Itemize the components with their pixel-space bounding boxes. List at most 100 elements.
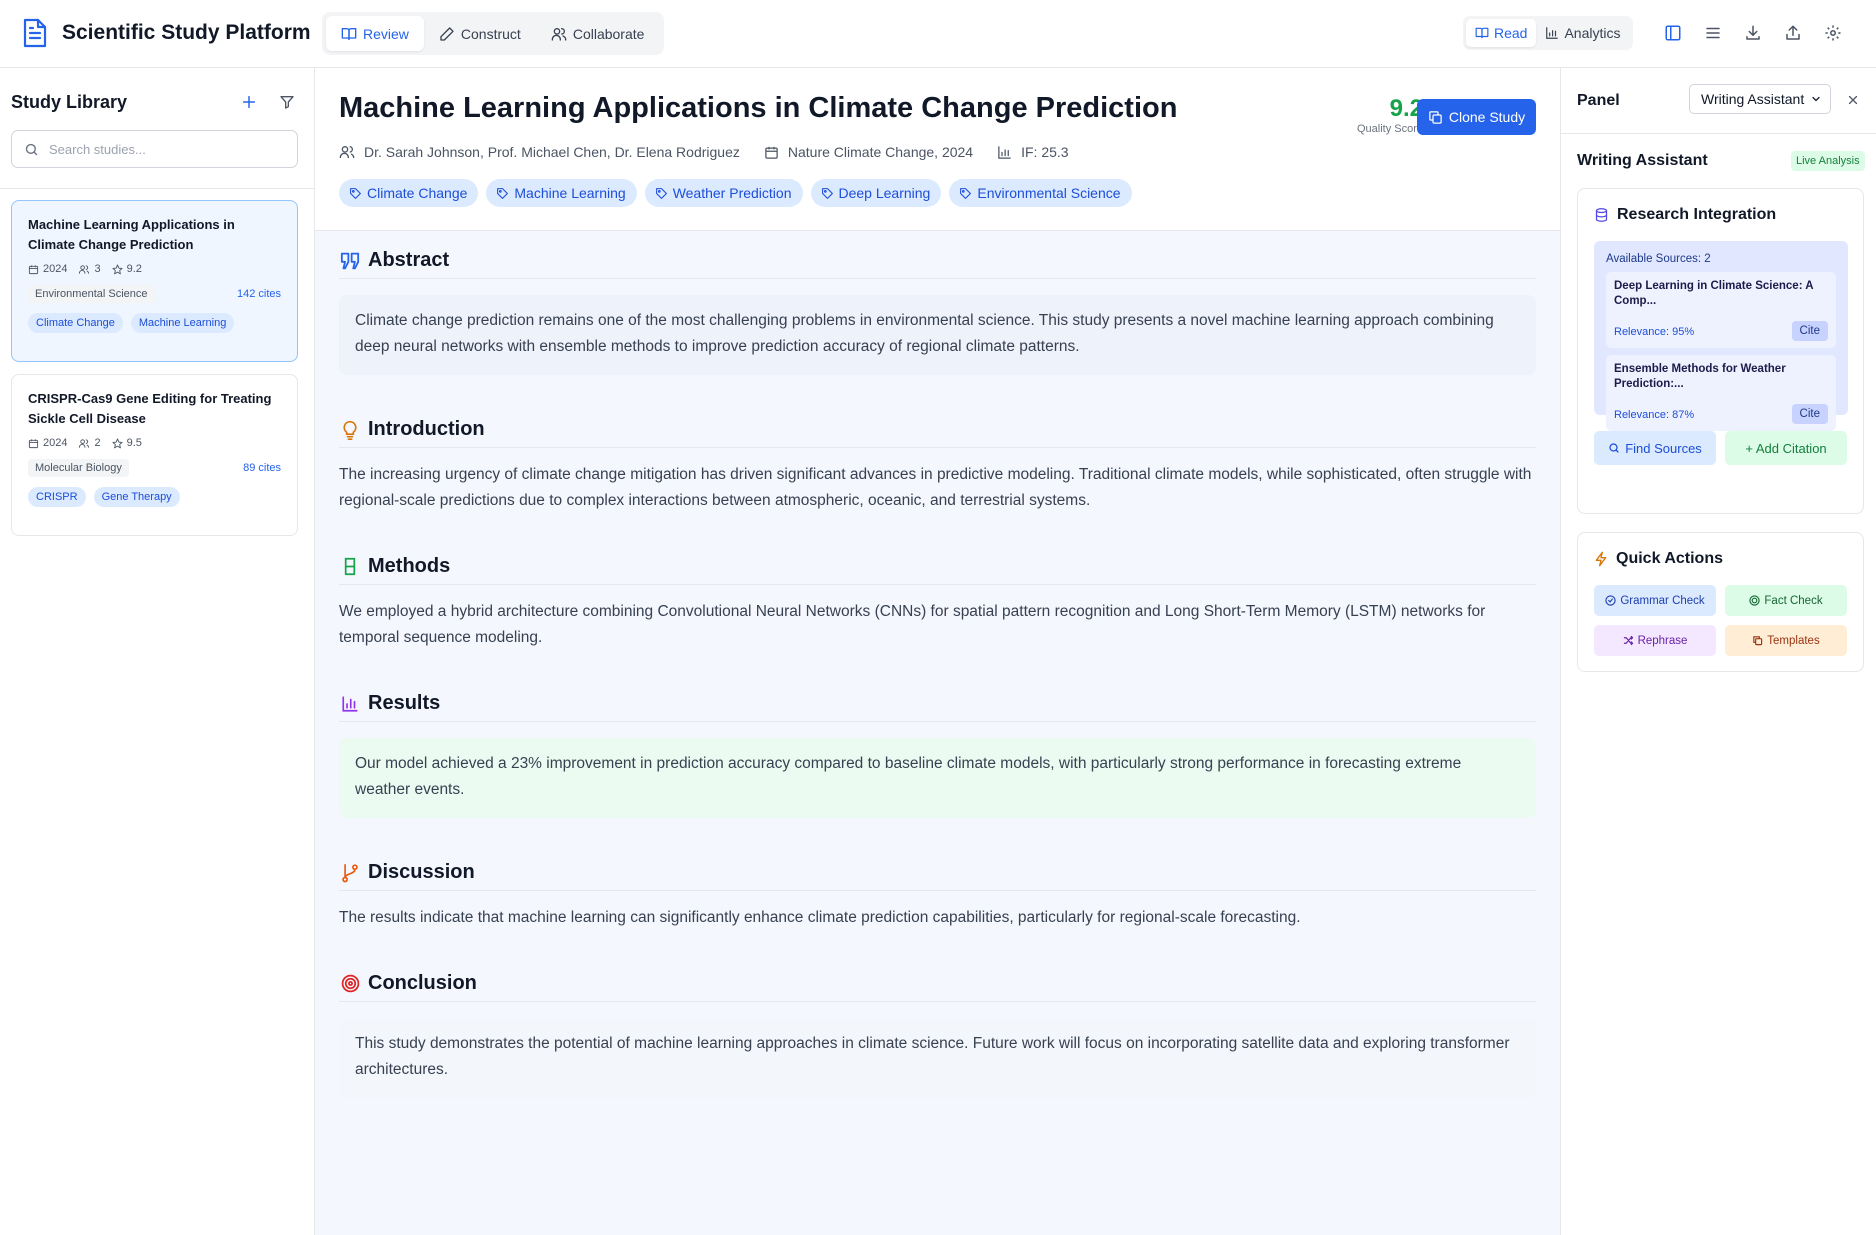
- settings-icon[interactable]: [1820, 20, 1846, 46]
- section-discussion: Discussion The results indicate that mac…: [339, 861, 1536, 931]
- paper-tags: Climate Change Machine Learning Weather …: [339, 179, 1140, 207]
- app-title: Scientific Study Platform: [62, 21, 311, 44]
- star-icon: [112, 263, 127, 275]
- quality-score: 9.2 Quality Score: [1335, 96, 1423, 136]
- book-open-icon: [341, 26, 363, 42]
- section-methods: Methods We employed a hybrid architectur…: [339, 555, 1536, 651]
- calendar-icon: [764, 145, 788, 160]
- bar-chart-icon: [997, 145, 1021, 160]
- filter-icon[interactable]: [276, 91, 298, 113]
- study-tag[interactable]: Climate Change: [28, 313, 123, 333]
- section-title: Abstract: [368, 249, 450, 271]
- cite-button[interactable]: Cite: [1791, 404, 1828, 424]
- tab-construct[interactable]: Construct: [424, 16, 536, 51]
- paper-tag[interactable]: Environmental Science: [949, 179, 1132, 207]
- tab-review-label: Review: [363, 25, 409, 42]
- paper-tag[interactable]: Deep Learning: [810, 179, 942, 207]
- templates-button[interactable]: Templates: [1725, 625, 1847, 656]
- lightbulb-icon: [339, 419, 361, 441]
- divider: [0, 188, 314, 189]
- search-icon: [1608, 442, 1625, 454]
- section-body: The results indicate that machine learni…: [339, 909, 1301, 926]
- sources-count: Available Sources: 2: [1606, 253, 1711, 265]
- quick-actions-card: Quick Actions Grammar Check Fact Check R…: [1577, 532, 1864, 672]
- lightning-icon: [1594, 551, 1616, 567]
- close-icon[interactable]: [1845, 92, 1861, 108]
- study-title: Machine Learning Applications in Climate…: [28, 217, 235, 252]
- paper-impact-factor: IF: 25.3: [1021, 144, 1069, 160]
- writing-assistant-panel: Panel Writing Assistant Writing Assistan…: [1560, 68, 1876, 1235]
- paper-meta: Dr. Sarah Johnson, Prof. Michael Chen, D…: [339, 144, 1093, 160]
- study-authors-count: 2: [94, 437, 101, 449]
- find-sources-label: Find Sources: [1625, 440, 1702, 456]
- fact-check-button[interactable]: Fact Check: [1725, 585, 1847, 616]
- panel-header: Panel Writing Assistant: [1561, 68, 1876, 134]
- sidebar-toggle-icon[interactable]: [1660, 20, 1686, 46]
- study-tag[interactable]: CRISPR: [28, 487, 86, 507]
- live-analysis-badge: Live Analysis: [1791, 151, 1865, 171]
- users-icon: [551, 26, 573, 42]
- study-tag[interactable]: Machine Learning: [130, 313, 235, 333]
- tab-review[interactable]: Review: [326, 16, 424, 51]
- toolbar-icons: [1660, 20, 1860, 46]
- copy-icon: [1752, 635, 1767, 646]
- search-input[interactable]: [49, 141, 279, 157]
- users-icon: [339, 144, 364, 160]
- star-icon: [112, 437, 127, 449]
- study-tag[interactable]: Gene Therapy: [93, 487, 180, 507]
- study-title: CRISPR-Cas9 Gene Editing for Treating Si…: [28, 391, 272, 426]
- view-analytics-button[interactable]: Analytics: [1536, 19, 1629, 47]
- sidebar-header: Study Library: [11, 88, 298, 116]
- grammar-check-label: Grammar Check: [1620, 594, 1705, 607]
- paper-tag[interactable]: Weather Prediction: [644, 179, 803, 207]
- check-circle-icon: [1605, 595, 1620, 606]
- section-body: Our model achieved a 23% improvement in …: [339, 738, 1536, 818]
- source-title: Deep Learning in Climate Science: A Comp…: [1614, 280, 1814, 307]
- study-cites: 142 cites: [236, 288, 281, 300]
- share-icon[interactable]: [1780, 20, 1806, 46]
- tag-icon: [655, 187, 673, 200]
- study-year: 2024: [43, 437, 68, 449]
- section-conclusion: Conclusion This study demonstrates the p…: [339, 972, 1536, 1098]
- clone-study-button[interactable]: Clone Study: [1417, 99, 1536, 135]
- fact-check-label: Fact Check: [1764, 594, 1823, 607]
- section-introduction: Introduction The increasing urgency of c…: [339, 418, 1536, 514]
- users-icon: [78, 264, 94, 275]
- source-relevance: Relevance: 87%: [1614, 409, 1695, 421]
- tab-construct-label: Construct: [460, 25, 521, 42]
- search-icon: [24, 142, 39, 157]
- study-card[interactable]: CRISPR-Cas9 Gene Editing for Treating Si…: [11, 374, 298, 536]
- paper-tag[interactable]: Machine Learning: [486, 179, 637, 207]
- cite-button[interactable]: Cite: [1791, 321, 1828, 341]
- add-citation-button[interactable]: + Add Citation: [1725, 431, 1847, 465]
- bar-chart-icon: [1545, 26, 1564, 40]
- top-bar: Scientific Study Platform Review Constru…: [0, 0, 1876, 68]
- add-study-icon[interactable]: [238, 91, 260, 113]
- rephrase-button[interactable]: Rephrase: [1594, 625, 1716, 656]
- document-icon: [22, 17, 48, 49]
- download-icon[interactable]: [1740, 20, 1766, 46]
- clone-study-label: Clone Study: [1448, 109, 1526, 125]
- paper-tag-label: Environmental Science: [977, 185, 1121, 201]
- study-authors-count: 3: [94, 263, 101, 275]
- rephrase-label: Rephrase: [1637, 634, 1688, 647]
- main-content: Machine Learning Applications in Climate…: [315, 68, 1560, 1235]
- find-sources-button[interactable]: Find Sources: [1594, 431, 1716, 465]
- add-citation-label: + Add Citation: [1745, 440, 1827, 456]
- paper-tag-label: Climate Change: [367, 185, 468, 201]
- grammar-check-button[interactable]: Grammar Check: [1594, 585, 1716, 616]
- study-field: Environmental Science: [28, 285, 155, 303]
- calendar-icon: [28, 438, 43, 449]
- study-field: Molecular Biology: [28, 459, 129, 477]
- tab-collaborate[interactable]: Collaborate: [536, 16, 660, 51]
- paper-tag[interactable]: Climate Change: [339, 179, 479, 207]
- panel-view-select[interactable]: Writing Assistant: [1689, 84, 1831, 114]
- source-title: Ensemble Methods for Weather Prediction:…: [1614, 363, 1786, 390]
- study-card[interactable]: Machine Learning Applications in Climate…: [11, 200, 298, 362]
- book-open-icon: [1475, 26, 1494, 40]
- view-read-button[interactable]: Read: [1466, 19, 1537, 47]
- menu-icon[interactable]: [1700, 20, 1726, 46]
- database-icon: [1594, 207, 1617, 223]
- view-read-label: Read: [1494, 25, 1528, 41]
- section-body: The increasing urgency of climate change…: [339, 466, 1532, 509]
